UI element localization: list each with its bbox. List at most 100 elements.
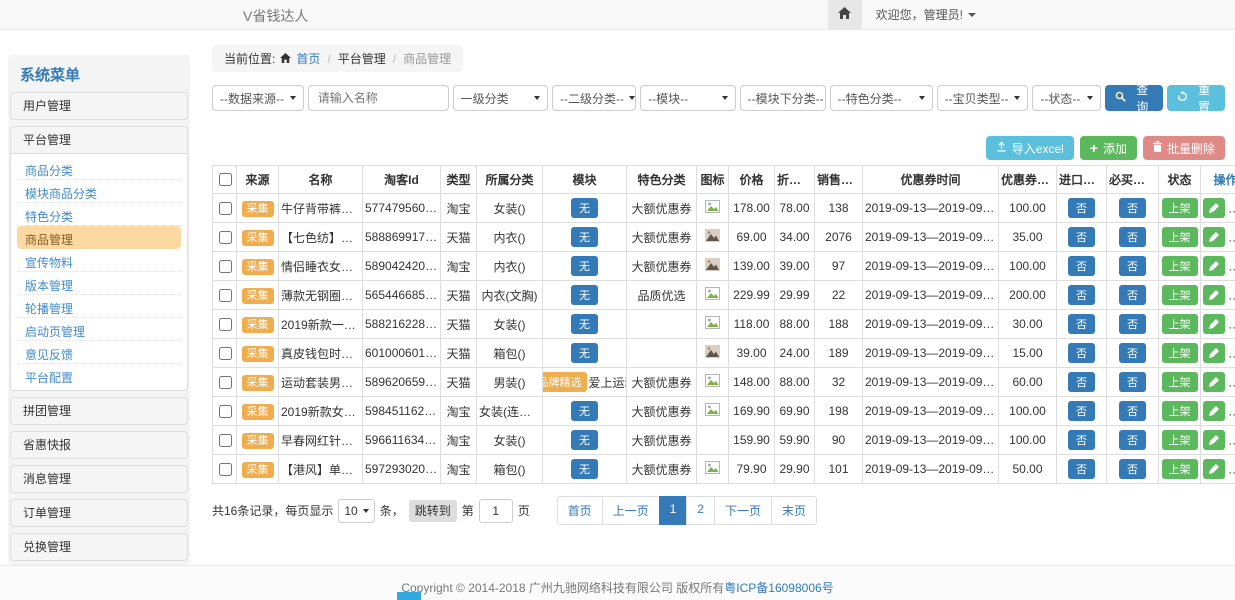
import-select-toggle[interactable]: 否 [1068, 401, 1095, 421]
filter-select-status[interactable]: --状态-- [1032, 85, 1101, 111]
module-badge[interactable]: 无 [571, 430, 598, 450]
row-checkbox[interactable] [219, 260, 232, 273]
row-checkbox[interactable] [219, 318, 232, 331]
row-checkbox[interactable] [219, 376, 232, 389]
row-checkbox[interactable] [219, 434, 232, 447]
add-button[interactable]: + 添加 [1080, 136, 1137, 160]
row-checkbox[interactable] [219, 289, 232, 302]
import-select-toggle[interactable]: 否 [1068, 314, 1095, 334]
module-badge[interactable]: 无 [571, 256, 598, 276]
module-badge[interactable]: 无 [571, 343, 598, 363]
must-buy-toggle[interactable]: 否 [1119, 227, 1146, 247]
row-checkbox[interactable] [219, 347, 232, 360]
filter-input-name[interactable] [316, 90, 441, 106]
must-buy-toggle[interactable]: 否 [1119, 285, 1146, 305]
edit-button[interactable] [1203, 227, 1225, 247]
pagination-last[interactable]: 末页 [771, 496, 817, 525]
import-select-toggle[interactable]: 否 [1068, 343, 1095, 363]
sidebar-item-module-goods-category[interactable]: 模块商品分类 [17, 180, 181, 203]
sidebar-group-header-order-management[interactable]: 订单管理 [10, 499, 188, 527]
status-toggle[interactable]: 上架 [1162, 459, 1198, 479]
import-select-toggle[interactable]: 否 [1068, 430, 1095, 450]
must-buy-toggle[interactable]: 否 [1119, 401, 1146, 421]
reset-button[interactable]: 重置 [1167, 85, 1225, 111]
must-buy-toggle[interactable]: 否 [1119, 430, 1146, 450]
filter-select-category-l1[interactable]: 一级分类 [453, 85, 548, 111]
page-number-input[interactable] [479, 499, 513, 523]
status-toggle[interactable]: 上架 [1162, 227, 1198, 247]
pagination-prev[interactable]: 上一页 [602, 496, 660, 525]
sidebar-group-header-group-buy-management[interactable]: 拼团管理 [10, 397, 188, 425]
import-select-toggle[interactable]: 否 [1068, 459, 1095, 479]
breadcrumb-home-link[interactable]: 首页 [296, 50, 320, 67]
sidebar-group-header-user-management[interactable]: 用户管理 [10, 92, 188, 120]
edit-button[interactable] [1203, 285, 1225, 305]
must-buy-toggle[interactable]: 否 [1119, 256, 1146, 276]
module-badge[interactable]: 无 [571, 314, 598, 334]
module-badge[interactable]: 无 [571, 198, 598, 218]
user-menu[interactable]: 欢迎您，管理员! [862, 0, 990, 29]
must-buy-toggle[interactable]: 否 [1119, 372, 1146, 392]
import-select-toggle[interactable]: 否 [1068, 198, 1095, 218]
sidebar-item-goods-category[interactable]: 商品分类 [17, 157, 181, 180]
sidebar-group-header-message-management[interactable]: 消息管理 [10, 465, 188, 493]
must-buy-toggle[interactable]: 否 [1119, 314, 1146, 334]
sidebar-item-feature-category[interactable]: 特色分类 [17, 203, 181, 226]
import-select-toggle[interactable]: 否 [1068, 256, 1095, 276]
import-select-toggle[interactable]: 否 [1068, 372, 1095, 392]
status-toggle[interactable]: 上架 [1162, 198, 1198, 218]
row-checkbox[interactable] [219, 202, 232, 215]
module-badge[interactable]: 无 [571, 227, 598, 247]
row-checkbox[interactable] [219, 463, 232, 476]
row-checkbox[interactable] [219, 405, 232, 418]
status-toggle[interactable]: 上架 [1162, 372, 1198, 392]
per-page-select[interactable]: 10 [338, 499, 374, 523]
module-badge[interactable]: 品牌精选 [543, 372, 587, 392]
must-buy-toggle[interactable]: 否 [1119, 459, 1146, 479]
import-excel-button[interactable]: 导入excel [986, 136, 1074, 160]
status-toggle[interactable]: 上架 [1162, 285, 1198, 305]
sidebar-group-header-shenghui-express[interactable]: 省惠快报 [10, 431, 188, 459]
icp-link[interactable]: 粤ICP备16098006号 [724, 581, 833, 595]
import-select-toggle[interactable]: 否 [1068, 227, 1095, 247]
pagination-next[interactable]: 下一页 [714, 496, 772, 525]
sidebar-item-version-management[interactable]: 版本管理 [17, 272, 181, 295]
module-badge[interactable]: 无 [571, 459, 598, 479]
select-all-checkbox[interactable] [219, 173, 232, 186]
status-toggle[interactable]: 上架 [1162, 314, 1198, 334]
search-button[interactable]: 查询 [1105, 85, 1163, 111]
filter-select-category-l2[interactable]: --二级分类-- [552, 85, 636, 111]
sidebar-group-header-platform-management[interactable]: 平台管理 [10, 126, 188, 154]
status-toggle[interactable]: 上架 [1162, 430, 1198, 450]
sidebar-item-splash-page-management[interactable]: 启动页管理 [17, 318, 181, 341]
filter-select-module-sub[interactable]: --模块下分类-- [740, 85, 826, 111]
status-toggle[interactable]: 上架 [1162, 256, 1198, 276]
edit-button[interactable] [1203, 459, 1225, 479]
sidebar-item-goods-management[interactable]: 商品管理 [17, 226, 181, 249]
must-buy-toggle[interactable]: 否 [1119, 343, 1146, 363]
batch-delete-button[interactable]: 批量删除 [1143, 136, 1225, 160]
sidebar-group-header-exchange-management[interactable]: 兑换管理 [10, 533, 188, 561]
jump-button[interactable]: 跳转到 [409, 500, 457, 522]
pagination-page-1[interactable]: 1 [659, 496, 688, 525]
edit-button[interactable] [1203, 372, 1225, 392]
row-checkbox[interactable] [219, 231, 232, 244]
import-select-toggle[interactable]: 否 [1068, 285, 1095, 305]
status-toggle[interactable]: 上架 [1162, 401, 1198, 421]
edit-button[interactable] [1203, 401, 1225, 421]
edit-button[interactable] [1203, 343, 1225, 363]
edit-button[interactable] [1203, 198, 1225, 218]
sidebar-item-platform-config[interactable]: 平台配置 [17, 364, 181, 387]
must-buy-toggle[interactable]: 否 [1119, 198, 1146, 218]
edit-button[interactable] [1203, 314, 1225, 334]
filter-select-module[interactable]: --模块-- [640, 85, 735, 111]
sidebar-item-feedback[interactable]: 意见反馈 [17, 341, 181, 364]
sidebar-item-carousel-management[interactable]: 轮播管理 [17, 295, 181, 318]
edit-button[interactable] [1203, 430, 1225, 450]
status-toggle[interactable]: 上架 [1162, 343, 1198, 363]
module-badge[interactable]: 无 [571, 285, 598, 305]
pagination-first[interactable]: 首页 [557, 496, 603, 525]
sidebar-item-promo-material[interactable]: 宣传物料 [17, 249, 181, 272]
filter-select-data-source[interactable]: --数据来源-- [212, 85, 304, 111]
filter-select-feature[interactable]: --特色分类-- [830, 85, 933, 111]
